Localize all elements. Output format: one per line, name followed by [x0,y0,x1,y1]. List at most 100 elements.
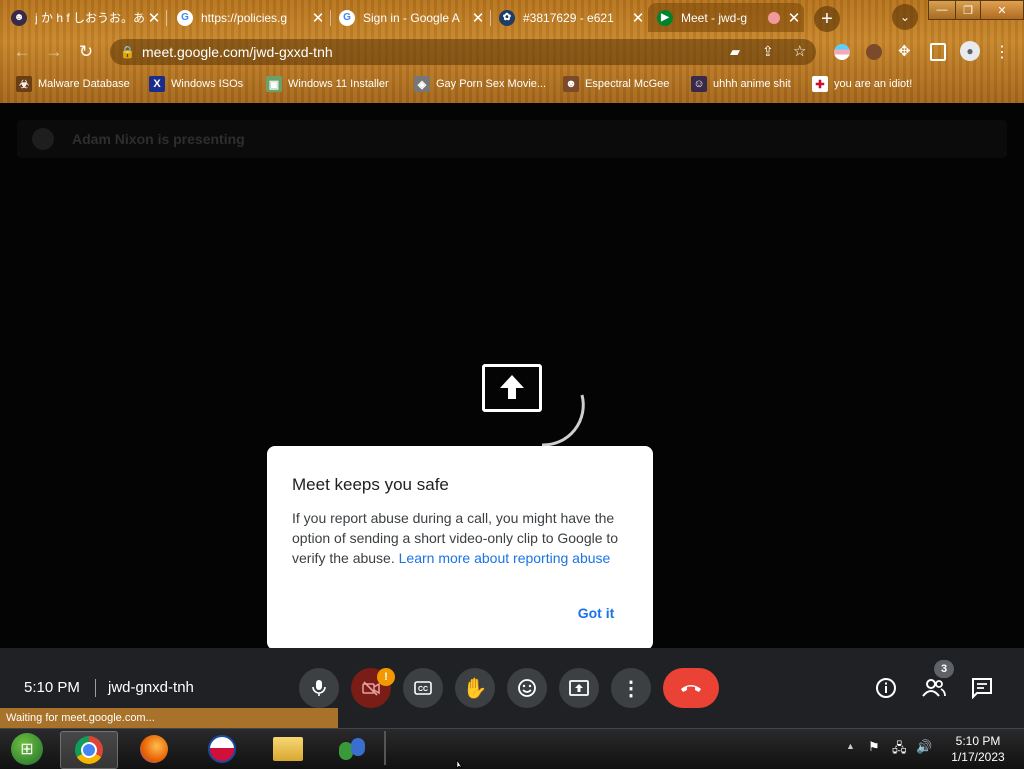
share-icon[interactable]: ⇪ [762,43,774,60]
info-icon [876,678,896,698]
tab-search-icon[interactable]: ⌄ [892,4,918,30]
emoji-icon [518,679,536,697]
taskbar-separator [384,731,386,765]
new-tab-button[interactable]: + [814,6,840,32]
close-icon[interactable]: ✕ [784,9,804,27]
chrome-icon [75,736,103,764]
tab-title: Meet - jwd-g [681,10,748,25]
presenting-label: Adam Nixon is presenting [72,131,245,147]
taskbar-messenger[interactable] [330,731,374,767]
tab-2[interactable]: G https://policies.g ✕ [168,3,328,32]
close-icon[interactable]: ✕ [628,9,648,27]
bookmark-movie[interactable]: ◈ Gay Porn Sex Movie... [414,75,546,93]
firefox-icon [140,735,168,763]
svg-text:CC: CC [418,686,428,693]
network-icon[interactable]: 🖧 [892,739,907,761]
chat-button[interactable] [966,672,998,704]
tray-clock[interactable]: 5:10 PM 1/17/2023 [948,733,1008,765]
dialog-body: If you report abuse during a call, you m… [292,508,632,568]
learn-more-link[interactable]: Learn more about reporting abuse [399,550,611,566]
e621-icon: ✿ [499,9,515,26]
minimize-button[interactable]: — [928,0,956,20]
messenger-icon [337,736,367,762]
raise-hand-button[interactable]: ✋ [455,668,495,708]
tray-date: 1/17/2023 [951,750,1005,764]
tab-separator [166,10,167,26]
meeting-clock: 5:10 PM [24,679,80,696]
leave-call-button[interactable] [663,668,719,708]
reload-icon[interactable]: ↻ [74,40,98,64]
taskbar-file-explorer[interactable] [266,731,310,767]
site-icon: ◈ [414,76,430,92]
mouse-cursor-icon [456,760,463,768]
camera-icon[interactable]: ▰ [730,44,740,60]
menu-kebab-icon[interactable]: ⋮ [994,42,1010,62]
tab-title: j か h f しおうお。あ [35,11,144,25]
tray-time: 5:10 PM [955,734,1001,748]
back-icon[interactable]: ← [10,40,34,64]
bookmark-malware-database[interactable]: ☣ Malware Database [16,75,130,93]
loading-spinner-icon [541,394,585,447]
bookmark-label: Espectral McGee [585,78,670,90]
profile-avatar-icon[interactable]: ● [960,41,980,61]
url-text[interactable]: meet.google.com/jwd-gxxd-tnh [142,44,333,60]
microphone-icon [312,680,326,696]
taskbar-firefox[interactable] [132,731,176,767]
taskbar-chrome[interactable] [60,731,118,769]
got-it-button[interactable]: Got it [566,601,626,625]
bookmark-anime[interactable]: ☺ uhhh anime shit [691,75,791,93]
bookmark-espectral-mcgee[interactable]: ☻ Espectral McGee [563,75,669,93]
google-icon: G [177,9,193,26]
chat-icon [972,678,992,699]
forward-icon[interactable]: → [42,40,66,64]
people-count-badge: 3 [934,660,954,678]
uk-flag-icon: ✚ [812,76,828,92]
bookmark-star-icon[interactable]: ☆ [793,42,806,60]
action-center-flag-icon[interactable]: ⚑ [868,739,880,755]
close-icon[interactable]: ✕ [308,9,328,27]
avatar-icon: ☻ [563,76,579,92]
close-window-button[interactable]: ✕ [980,0,1024,20]
anime-avatar-icon: ☺ [691,76,707,92]
extension-flag-icon[interactable] [834,44,850,60]
x-icon: X [149,76,165,92]
extensions-puzzle-icon[interactable]: ✥ [898,42,911,60]
folder-icon [273,737,303,761]
bookmark-windows-isos[interactable]: X Windows ISOs [149,75,243,93]
close-icon[interactable]: ✕ [468,9,488,27]
bookmark-label: Gay Porn Sex Movie... [436,78,547,90]
more-options-button[interactable]: ⋮ [611,668,651,708]
bookmark-label: uhhh anime shit [713,78,791,90]
bookmark-label: you are an idiot! [834,78,913,90]
hand-icon: ✋ [462,677,488,700]
presenter-avatar [32,128,54,150]
side-panel-icon[interactable] [930,43,946,61]
more-vert-icon: ⋮ [621,677,641,700]
reactions-button[interactable] [507,668,547,708]
tab-title: Sign in - Google A [363,10,460,25]
tab-3[interactable]: G Sign in - Google A ✕ [330,3,488,32]
tray-expand-arrow[interactable]: ▲ [846,741,855,751]
lock-icon[interactable]: 🔒 [120,45,135,59]
start-button[interactable]: ⊞ [5,731,49,767]
tab-4[interactable]: ✿ #3817629 - e621 ✕ [490,3,648,32]
meeting-details-button[interactable] [870,672,902,704]
bookmark-windows-11-installer[interactable]: ▣ Windows 11 Installer [266,75,389,93]
present-now-button[interactable] [559,668,599,708]
close-icon[interactable]: ✕ [144,9,164,27]
dialog-title: Meet keeps you safe [292,475,449,494]
obama-logo-icon [208,735,236,763]
volume-icon[interactable]: 🔊 [916,739,932,755]
captions-button[interactable]: CC [403,668,443,708]
taskbar-obama[interactable] [200,731,244,767]
extension-avatar-icon[interactable] [866,44,882,60]
people-icon [922,679,946,697]
tab-title: #3817629 - e621 [523,10,614,25]
restore-button[interactable]: ❐ [955,0,981,20]
bookmark-label: Malware Database [38,78,130,90]
bookmark-you-are-an-idiot[interactable]: ✚ you are an idiot! [812,75,912,93]
bookmark-label: Windows ISOs [171,78,244,90]
microphone-button[interactable] [299,668,339,708]
tab-1[interactable]: ☻ j か h f しおうお。あ ✕ [2,3,164,32]
tab-meet[interactable]: ▶ Meet - jwd-g ✕ [648,3,804,32]
